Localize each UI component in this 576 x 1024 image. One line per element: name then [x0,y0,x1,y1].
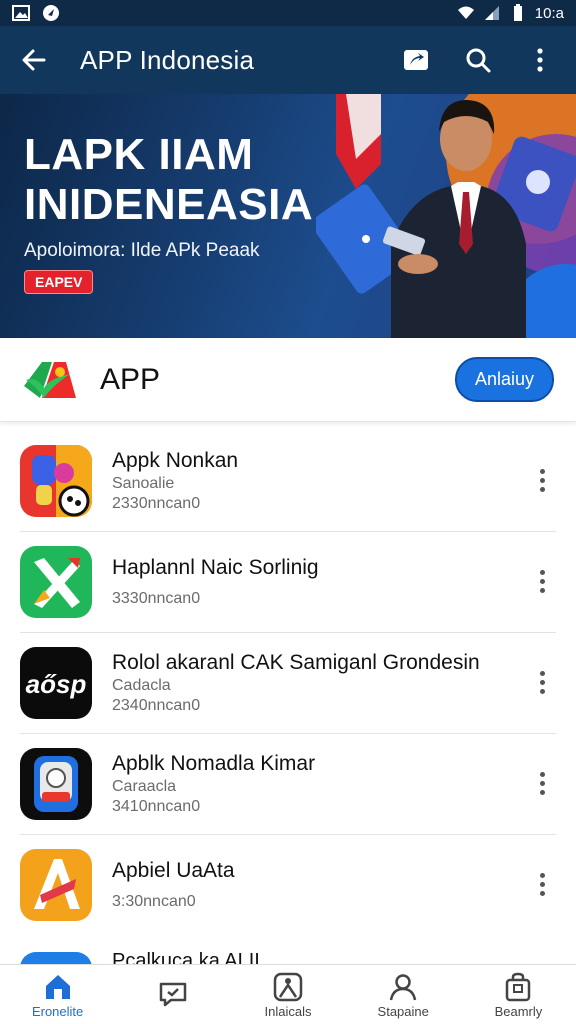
nav-tab-inlaicals[interactable]: Inlaicals [230,965,345,1024]
app-subtitle: Cadacla [112,676,171,694]
nav-label: Beamrly [494,1003,543,1019]
person-stand-icon [273,972,303,1001]
banner-headline-line1: LAPK IIAM [24,130,254,179]
list-item[interactable]: Apblk Nomadla Kimar Caraacla 3410nncan0 [0,733,576,834]
nav-label: Inlaicals [264,1003,312,1019]
app-bar: APP Indonesia [0,26,576,94]
bag-icon [506,972,531,1001]
battery-icon [513,4,522,21]
list-item[interactable]: Haplannl Naic Sorlinig 3330nncan0 [0,531,576,632]
more-options-button[interactable] [520,40,560,80]
app-meta: 3330nncan0 [112,589,201,607]
nav-label: Eronelite [31,1003,84,1019]
more-vertical-icon [537,48,543,72]
signal-icon [484,6,499,20]
banner-headline: LAPK IIAM INIDENEASIA [24,130,313,230]
bottom-nav: Eronelite Inlaicals Stapaine Beamrly [0,964,576,1024]
app-subtitle: Sanoalie [112,474,175,492]
list-item[interactable]: aősp Rolol akaranl CAK Samiganl Grondesi… [0,632,576,733]
app-title: Rolol akaranl CAK Samiganl Grondesin [112,650,480,674]
app-title: Haplannl Naic Sorlinig [112,555,319,579]
banner-headline-line2: INIDENEASIA [24,180,314,229]
profile-icon [389,973,417,1000]
app-icon-colorful [20,444,92,517]
location-icon [43,5,59,21]
nav-tab-stapaine[interactable]: Stapaine [346,965,461,1024]
more-vertical-icon[interactable] [532,567,552,597]
app-icon-black-logo: aősp [20,646,92,719]
list-item[interactable]: Apbiel UaAta 3:30nncan0 [0,834,576,935]
search-icon [466,48,491,73]
wifi-icon [457,6,474,19]
chat-icon [159,982,187,1007]
status-bar: 10:a [0,0,576,26]
back-button[interactable] [16,42,52,78]
app-title: Apbiel UaAta [112,858,235,882]
app-action-button[interactable]: Anlaiuy [454,357,554,402]
svg-text:aősp: aősp [26,669,87,699]
home-icon [45,974,70,999]
back-arrow-icon [22,49,46,71]
app-meta: 3410nncan0 [112,797,201,815]
app-title: Apblk Nomadla Kimar [112,751,316,775]
share-button[interactable] [396,40,436,80]
status-time: 10:a [534,4,564,22]
nav-tab-home[interactable]: Eronelite [0,965,115,1024]
image-icon [12,5,30,21]
nav-tab-chat[interactable] [115,965,230,1024]
app-list: Appk Nonkan Sanoalie 2330nncan0 Haplannl… [0,430,576,935]
banner-subtitle: Apoloimora: Ilde APk Peaak [24,240,260,261]
app-icon-letter-a [20,848,92,921]
app-icon-dark-figure [20,747,92,820]
list-item-partial[interactable]: Pcalkuca ka ALII [20,946,576,966]
more-vertical-icon[interactable] [532,769,552,799]
app-header: APP Anlaiuy [0,338,576,422]
app-title: Appk Nonkan [112,448,239,472]
app-meta: 2340nncan0 [112,696,201,714]
app-name: APP [100,362,161,396]
nav-label: Stapaine [377,1003,429,1019]
app-icon-green-x [20,545,92,618]
share-icon [404,50,428,70]
app-meta: 3:30nncan0 [112,892,196,910]
banner-illustration [316,94,576,338]
list-item[interactable]: Appk Nonkan Sanoalie 2330nncan0 [0,430,576,531]
more-vertical-icon[interactable] [532,870,552,900]
nav-tab-beamrly[interactable]: Beamrly [461,965,576,1024]
app-logo-icon [24,361,76,398]
banner-badge[interactable]: EAPEV [24,270,94,294]
app-subtitle: Caraacla [112,777,177,795]
more-vertical-icon[interactable] [532,466,552,496]
more-vertical-icon[interactable] [532,668,552,698]
app-meta: 2330nncan0 [112,494,201,512]
promo-banner[interactable]: LAPK IIAM INIDENEASIA Apoloimora: Ilde A… [0,94,576,338]
search-button[interactable] [458,40,498,80]
app-bar-title: APP Indonesia [80,44,255,75]
